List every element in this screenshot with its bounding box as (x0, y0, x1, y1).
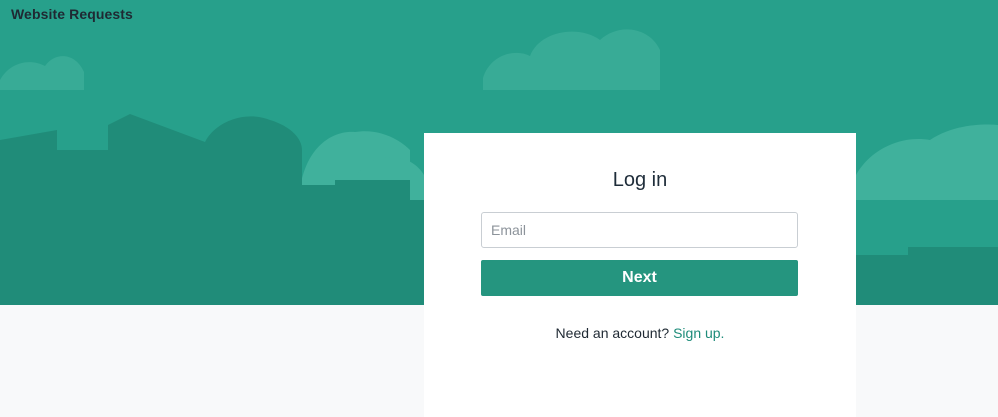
next-button[interactable]: Next (481, 260, 798, 296)
email-field[interactable] (481, 212, 798, 248)
sign-up-link[interactable]: Sign up. (673, 325, 724, 341)
signup-line: Need an account? Sign up. (424, 325, 856, 341)
login-card: Log in Next Need an account? Sign up. (424, 133, 856, 417)
app-title: Website Requests (11, 6, 133, 22)
login-title: Log in (612, 169, 668, 191)
signup-prompt: Need an account? (555, 325, 670, 341)
